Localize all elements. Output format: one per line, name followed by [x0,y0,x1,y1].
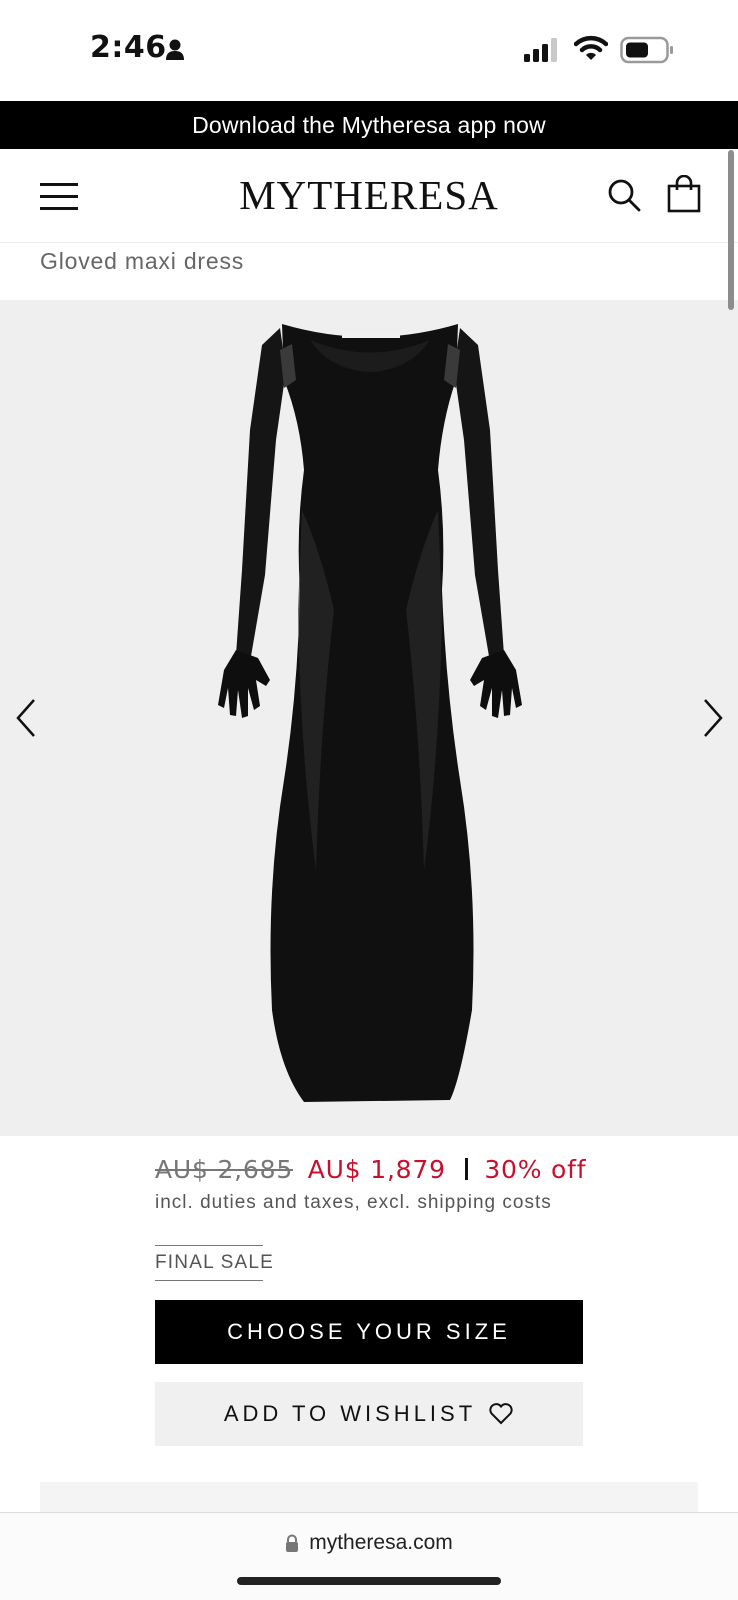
product-image [218,324,522,1102]
product-title: Gloved maxi dress [40,248,245,274]
tax-note: incl. duties and taxes, excl. shipping c… [155,1192,552,1213]
chevron-left-icon[interactable] [12,696,42,740]
wishlist-label: ADD TO WISHLIST [223,1401,477,1426]
site-header: MYTHERESA [0,149,738,243]
lock-icon [286,1534,299,1552]
heart-icon [489,1403,513,1425]
wifi-icon [574,35,608,60]
sale-price: AU$ 1,879 [307,1155,446,1184]
shopping-bag-icon[interactable] [666,175,702,213]
page-scrollbar[interactable] [728,150,734,310]
final-sale-badge: FINAL SALE [155,1245,273,1281]
discount-label: 30% off [484,1155,587,1184]
price-divider [464,1158,468,1180]
add-to-wishlist-button[interactable]: ADD TO WISHLIST [155,1382,583,1446]
url-text[interactable]: mytheresa.com [309,1531,453,1555]
details-section [40,1482,698,1512]
choose-size-label: CHOOSE YOUR SIZE [227,1319,511,1344]
chevron-right-icon[interactable] [697,696,727,740]
browser-url-bar[interactable]: mytheresa.com [0,1512,738,1600]
price-row: AU$ 2,685 AU$ 1,879 30% off [155,1155,586,1184]
search-icon[interactable] [606,177,642,213]
home-indicator[interactable] [237,1577,501,1585]
battery-icon [620,36,673,64]
product-image-gallery[interactable] [0,300,738,1136]
original-price: AU$ 2,685 [155,1155,294,1184]
status-bar: 2:46 [0,0,738,100]
status-time: 2:46 [90,30,167,65]
app-download-banner[interactable]: Download the Mytheresa app now [0,101,738,149]
choose-size-button[interactable]: CHOOSE YOUR SIZE [155,1300,583,1364]
signal-icon [524,38,557,62]
person-icon [166,39,184,60]
